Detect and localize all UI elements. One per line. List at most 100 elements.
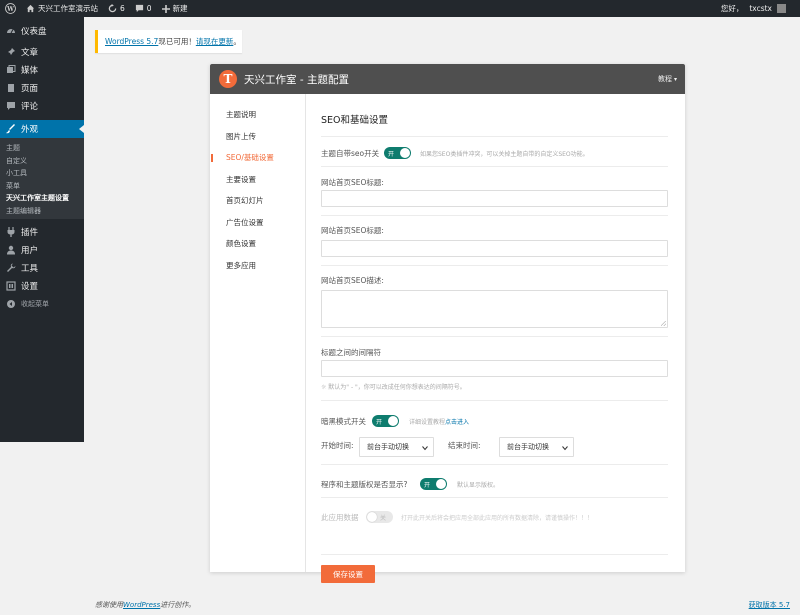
separator-label: 标题之间的间隔符 [321, 348, 381, 357]
sidebar-item-media[interactable]: 媒体 [0, 61, 84, 79]
home-keywords-label: 网站首页SEO标题: [321, 226, 384, 235]
comments-link[interactable]: 0 [130, 0, 157, 17]
toggle-knob [400, 148, 410, 158]
account-menu[interactable]: 您好， txcstx [716, 0, 800, 17]
comment-icon [6, 101, 16, 111]
sidebar-item-posts[interactable]: 文章 [0, 43, 84, 61]
updates-link[interactable]: 6 [103, 0, 130, 17]
footer-version-link[interactable]: 获取版本 5.7 [749, 600, 790, 610]
notice-text: 现已可用！ [158, 37, 196, 46]
start-time-label: 开始时间: [321, 441, 354, 450]
sidebar-item-label: 媒体 [21, 66, 39, 76]
sidebar-item-comments[interactable]: 评论 [0, 97, 84, 115]
wordpress-link[interactable]: WordPress [123, 601, 160, 609]
dashboard-icon [6, 26, 16, 36]
section-title: SEO和基础设置 [321, 115, 389, 126]
seo-toggle[interactable]: 开 [384, 147, 411, 159]
toggle-knob [388, 416, 398, 426]
home-title-label: 网站首页SEO标题: [321, 178, 384, 187]
updates-count: 6 [120, 4, 125, 13]
dark-mode-toggle[interactable]: 开 [372, 415, 399, 427]
divider [321, 136, 668, 137]
sidebar-item-label: 用户 [21, 246, 39, 256]
media-icon [6, 65, 16, 75]
submenu-item-theme-editor[interactable]: 主题编辑器 [0, 205, 84, 218]
seo-switch-label: 主题自带seo开关 [321, 149, 380, 158]
tutorial-link[interactable]: 点击进入 [445, 419, 469, 426]
toggle-state: 关 [380, 514, 387, 522]
save-settings-button[interactable]: 保存设置 [321, 565, 375, 583]
sidebar-item-plugins[interactable]: 插件 [0, 223, 84, 241]
new-content-link[interactable]: 新建 [157, 0, 193, 17]
home-keywords-input[interactable] [321, 240, 668, 257]
admin-bar: W 天兴工作室演示站 6 0 新建 您好， txcstx [0, 0, 800, 17]
sidebar-item-settings[interactable]: 设置 [0, 277, 84, 295]
footer-thanks: 感谢使用WordPress进行创作。 [95, 601, 196, 609]
theme-config-panel: T 天兴工作室 - 主题配置 教程 ▾ 主题说明 图片上传 SEO/基础设置 主… [210, 64, 685, 583]
greeting: 您好， [720, 4, 744, 13]
nav-item-ads[interactable]: 广告位设置 [210, 212, 305, 234]
home-description-textarea[interactable] [321, 290, 668, 328]
collapse-menu-button[interactable]: 收起菜单 [0, 295, 84, 313]
start-time-select[interactable]: 前台手动切换 [359, 437, 434, 457]
nav-item-seo[interactable]: SEO/基础设置 [210, 147, 305, 169]
sidebar-item-label: 插件 [21, 228, 39, 238]
settings-content: SEO和基础设置 主题自带seo开关 开 如果您SEO类插件冲突，可以关掉主题自… [321, 94, 668, 583]
new-label: 新建 [172, 4, 188, 13]
svg-text:W: W [6, 6, 14, 13]
nav-item-colors[interactable]: 颜色设置 [210, 233, 305, 255]
comments-count: 0 [146, 4, 152, 13]
separator-hint: ☼ 默认为" - "，你可以改成任何你想表达的间隔符号。 [321, 384, 466, 391]
site-name-link[interactable]: 天兴工作室演示站 [21, 0, 103, 17]
sidebar-item-tools[interactable]: 工具 [0, 259, 84, 277]
nav-item-image-upload[interactable]: 图片上传 [210, 126, 305, 148]
home-title-input[interactable] [321, 190, 668, 207]
update-now-link[interactable]: 请现在更新 [196, 36, 234, 47]
nav-item-more-apps[interactable]: 更多应用 [210, 255, 305, 277]
app-data-toggle[interactable]: 关 [366, 511, 393, 523]
sidebar-item-label: 评论 [21, 102, 39, 112]
submenu-item-customize[interactable]: 自定义 [0, 155, 84, 168]
toggle-state: 开 [376, 418, 383, 426]
copyright-toggle[interactable]: 开 [420, 478, 447, 490]
wrench-icon [6, 263, 16, 273]
dark-mode-label: 暗黑模式开关 [321, 417, 366, 426]
plus-icon [161, 4, 170, 13]
sidebar-item-label: 仪表盘 [21, 27, 47, 37]
copyright-label: 程序和主题版权是否显示? [321, 480, 408, 489]
nav-item-home-slider[interactable]: 首页幻灯片 [210, 190, 305, 212]
home-description-label: 网站首页SEO描述: [321, 276, 384, 285]
submenu-item-widgets[interactable]: 小工具 [0, 167, 84, 180]
end-time-select[interactable]: 前台手动切换 [499, 437, 574, 457]
start-time-value: 前台手动切换 [367, 443, 409, 451]
submenu-item-menus[interactable]: 菜单 [0, 180, 84, 193]
wordpress-logo-icon[interactable]: W [0, 0, 21, 17]
app-data-hint: 打开此开关后将会把应用全部此应用的所有数据清除，请谨慎操作！！！ [401, 515, 594, 522]
wordpress-version-link[interactable]: WordPress 5.7 [105, 37, 158, 46]
divider [321, 554, 668, 555]
submenu-item-themes[interactable]: 主题 [0, 142, 84, 155]
toggle-state: 开 [388, 150, 395, 158]
help-menu[interactable]: 教程 ▾ [658, 74, 677, 84]
sidebar-item-dashboard[interactable]: 仪表盘 [0, 22, 84, 40]
brush-icon [6, 124, 16, 134]
nav-item-main-settings[interactable]: 主要设置 [210, 169, 305, 191]
sidebar-item-label: 工具 [21, 264, 39, 274]
sidebar-item-appearance[interactable]: 外观 [0, 120, 84, 138]
toggle-knob [436, 479, 446, 489]
panel-header: T 天兴工作室 - 主题配置 教程 ▾ [210, 64, 685, 94]
sidebar-item-label: 收起菜单 [21, 300, 49, 308]
divider [321, 400, 668, 401]
user-icon [6, 245, 16, 255]
separator-input[interactable] [321, 360, 668, 377]
chevron-down-icon [562, 446, 568, 451]
submenu-item-theme-settings[interactable]: 天兴工作室主题设置 [0, 192, 84, 205]
sidebar-item-users[interactable]: 用户 [0, 241, 84, 259]
refresh-icon [108, 4, 117, 13]
sidebar-item-pages[interactable]: 页面 [0, 79, 84, 97]
divider [321, 215, 668, 216]
nav-item-theme-intro[interactable]: 主题说明 [210, 104, 305, 126]
divider [321, 464, 668, 465]
sidebar-item-label: 页面 [21, 84, 39, 94]
admin-sidebar: 仪表盘 文章 媒体 页面 评论 外观 主题 自定义 小工具 菜单 天兴工作室主题… [0, 17, 84, 442]
